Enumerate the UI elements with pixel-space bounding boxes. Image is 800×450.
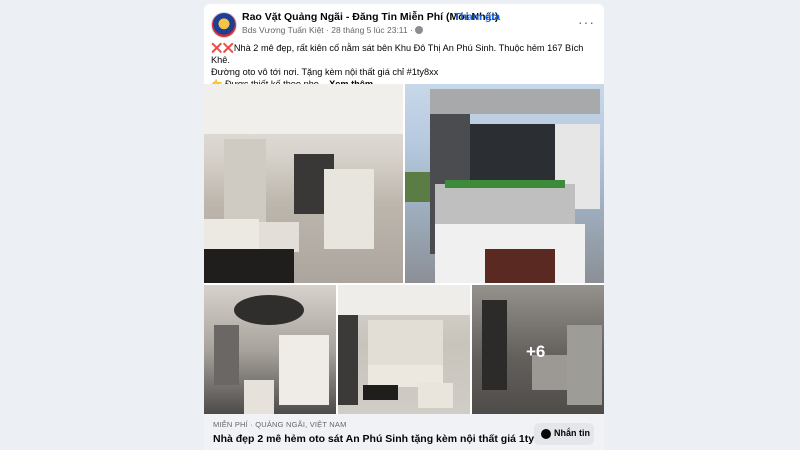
link-preview[interactable]: MIỄN PHÍ · QUẢNG NGÃI, VIỆT NAM Nhà đẹp … [204,414,604,450]
messenger-icon [541,429,551,439]
post-text-line-1: ❌❌Nhà 2 mê đẹp, rất kiên cố nằm sát bên … [211,42,597,66]
photo-house-exterior[interactable] [405,84,604,283]
message-button-label: Nhắn tin [554,428,590,438]
photo-lounge[interactable] [338,285,470,416]
photo-living-room[interactable] [204,84,403,283]
post-text: ❌❌Nhà 2 mê đẹp, rất kiên cố nằm sát bên … [211,42,597,90]
post-text-line-2: Đường oto vô tới nơi. Tặng kèm nội thất … [211,67,439,77]
author-and-time[interactable]: Bds Vương Tuấn Kiệt · 28 tháng 5 lúc 23:… [242,25,423,35]
separator-dot: · [445,11,449,22]
cross-mark-icon: ❌❌ [211,43,234,53]
join-group-button[interactable]: Tham gia [454,11,500,23]
post-card: Rao Vặt Quảng Ngãi - Đăng Tin Miễn Phí (… [204,4,604,450]
photo-staircase[interactable] [204,285,336,416]
author-time-text[interactable]: Bds Vương Tuấn Kiệt · 28 tháng 5 lúc 23:… [242,25,413,35]
listing-title[interactable]: Nhà đẹp 2 mê hẻm oto sát An Phú Sinh tặn… [213,433,552,445]
message-button[interactable]: Nhắn tin [534,423,594,445]
post-header: Rao Vặt Quảng Ngãi - Đăng Tin Miễn Phí (… [204,4,604,40]
globe-icon [414,26,423,34]
listing-meta: MIỄN PHÍ · QUẢNG NGÃI, VIỆT NAM [213,420,347,429]
more-options-icon[interactable]: ··· [578,14,595,30]
group-avatar[interactable] [211,12,237,38]
more-photos-count[interactable]: +6 [526,342,545,362]
photo-more[interactable]: +6 [472,285,604,416]
post-text-1: Nhà 2 mê đẹp, rất kiên cố nằm sát bên Kh… [211,43,584,65]
